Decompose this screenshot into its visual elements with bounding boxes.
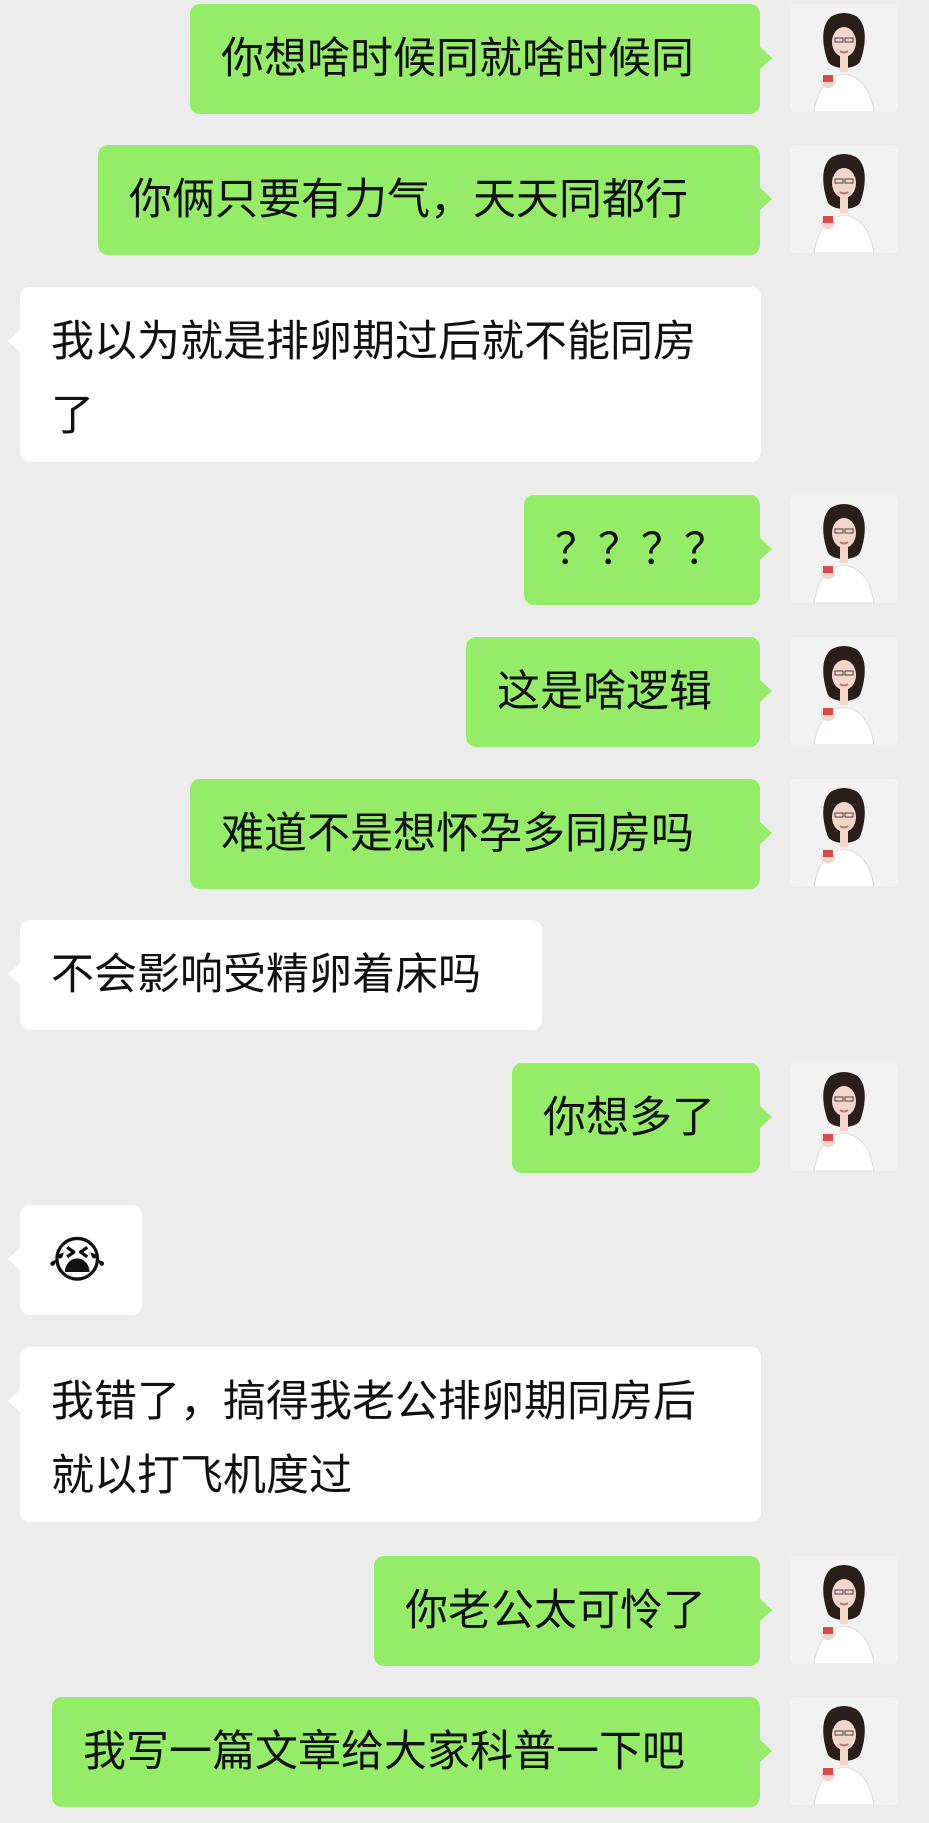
doctor-avatar-icon[interactable] — [790, 1697, 898, 1805]
message-text: 我错了，搞得我老公排卵期同房后就以打飞机度过 — [51, 1377, 696, 1501]
incoming-message-bubble[interactable]: 我以为就是排卵期过后就不能同房了 — [8, 287, 761, 462]
message-text: 难道不是想怀孕多同房吗 — [221, 809, 694, 859]
message-text: 你俩只要有力气，天天同都行 — [129, 175, 688, 225]
outgoing-message-bubble[interactable]: 你想啥时候同就啥时候同 — [190, 4, 772, 114]
outgoing-message-bubble[interactable]: 你老公太可怜了 — [374, 1556, 772, 1666]
doctor-avatar-icon[interactable] — [790, 495, 898, 603]
doctor-avatar-icon[interactable] — [790, 1063, 898, 1171]
incoming-message-bubble[interactable]: 不会影响受精卵着床吗 — [8, 920, 542, 1030]
message-text: 你想啥时候同就啥时候同 — [221, 34, 694, 84]
doctor-avatar-icon[interactable] — [790, 779, 898, 887]
doctor-avatar-icon[interactable] — [790, 637, 898, 745]
message-text: 这是啥逻辑 — [497, 667, 712, 717]
message-text: 不会影响受精卵着床吗 — [51, 950, 481, 1000]
doctor-avatar-icon[interactable] — [790, 145, 898, 253]
outgoing-message-bubble[interactable]: 难道不是想怀孕多同房吗 — [190, 779, 772, 889]
message-text: 你老公太可怜了 — [405, 1586, 706, 1636]
chat-window: 你想啥时候同就啥时候同 你俩只要有力气，天天同都行 我以为就是排卵期过后就不能同… — [0, 0, 929, 1823]
crying-emoji-icon: 😭 — [48, 1231, 107, 1289]
outgoing-message-bubble[interactable]: 你俩只要有力气，天天同都行 — [98, 145, 772, 255]
message-text: ？？？？ — [555, 525, 727, 575]
outgoing-message-bubble[interactable]: 你想多了 — [512, 1063, 772, 1173]
outgoing-message-bubble[interactable]: ？？？？ — [524, 495, 772, 605]
outgoing-message-bubble[interactable]: 我写一篇文章给大家科普一下吧 — [52, 1697, 772, 1807]
outgoing-message-bubble[interactable]: 这是啥逻辑 — [466, 637, 772, 747]
incoming-message-bubble[interactable]: 😭 — [8, 1205, 142, 1315]
message-text: 我以为就是排卵期过后就不能同房了 — [51, 317, 696, 441]
message-text: 你想多了 — [543, 1093, 715, 1143]
doctor-avatar-icon[interactable] — [790, 1556, 898, 1664]
message-text: 我写一篇文章给大家科普一下吧 — [83, 1727, 685, 1777]
doctor-avatar-icon[interactable] — [790, 4, 898, 112]
incoming-message-bubble[interactable]: 我错了，搞得我老公排卵期同房后就以打飞机度过 — [8, 1347, 761, 1522]
